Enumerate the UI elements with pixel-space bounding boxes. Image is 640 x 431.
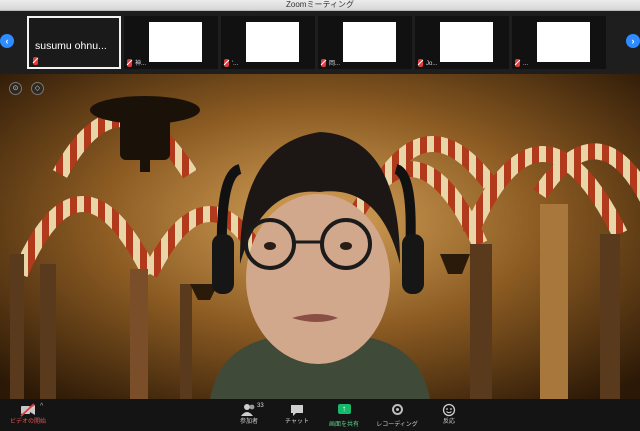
participants-icon: 33 bbox=[229, 401, 269, 418]
record-icon bbox=[372, 404, 422, 421]
mic-muted-icon bbox=[418, 59, 423, 67]
mic-muted-icon bbox=[127, 59, 132, 67]
video-off-placeholder bbox=[246, 22, 299, 62]
gallery-tile[interactable]: 神... bbox=[124, 16, 218, 69]
participant-name: ... bbox=[523, 61, 529, 67]
gallery-strip: ‹ susumu ohnu... 神... '... 岡... Jo... ..… bbox=[0, 11, 640, 74]
gallery-tile[interactable]: '... bbox=[221, 16, 315, 69]
participant-name: Jo... bbox=[426, 61, 438, 67]
mic-muted-icon bbox=[33, 57, 38, 65]
reactions-button[interactable]: 反応 bbox=[436, 401, 462, 426]
share-screen-button[interactable]: ↑ 画面を共有 bbox=[324, 401, 364, 429]
record-label: レコーディング bbox=[376, 422, 418, 428]
video-off-placeholder bbox=[537, 22, 590, 62]
mic-muted-icon bbox=[224, 59, 229, 67]
emoji-icon bbox=[436, 401, 462, 418]
gallery-tile[interactable]: ... bbox=[512, 16, 606, 69]
reactions-label: 反応 bbox=[442, 419, 455, 425]
share-screen-label: 画面を共有 bbox=[328, 422, 359, 428]
mic-muted-icon bbox=[321, 59, 326, 67]
shield-icon[interactable]: ◇ bbox=[31, 82, 44, 95]
participants-button[interactable]: 33 参加者 bbox=[229, 401, 269, 426]
chat-label: チャット bbox=[285, 419, 309, 425]
participant-name: 神... bbox=[135, 61, 147, 67]
start-video-label: ビデオの開始 bbox=[9, 419, 46, 425]
record-button[interactable]: レコーディング bbox=[372, 401, 422, 429]
speaker-view-icon[interactable]: ⊙ bbox=[9, 82, 22, 95]
chat-button[interactable]: チャット bbox=[280, 401, 314, 426]
virtual-background-image bbox=[0, 74, 640, 399]
video-off-icon bbox=[6, 401, 50, 418]
gallery-next-button[interactable]: › bbox=[626, 34, 640, 48]
participant-name: 岡... bbox=[329, 61, 341, 67]
participant-name: '... bbox=[232, 61, 239, 67]
main-video: ⊙ ◇ bbox=[0, 74, 640, 399]
gallery-tile[interactable]: 岡... bbox=[318, 16, 412, 69]
video-off-placeholder bbox=[440, 22, 493, 62]
title-bar: Zoomミーティング bbox=[0, 0, 640, 11]
meeting-toolbar: ビデオの開始 ^ 33 参加者 チャット ↑ 画面を共有 レコーディング 反応 bbox=[0, 399, 640, 431]
share-screen-icon: ↑ bbox=[324, 404, 364, 421]
window-title: Zoomミーティング bbox=[286, 0, 354, 9]
video-off-placeholder bbox=[149, 22, 202, 62]
gallery-prev-button[interactable]: ‹ bbox=[0, 34, 14, 48]
mic-muted-icon bbox=[515, 59, 520, 67]
video-off-placeholder bbox=[343, 22, 396, 62]
video-options-caret-icon[interactable]: ^ bbox=[40, 403, 43, 410]
gallery-tile-self[interactable]: susumu ohnu... bbox=[27, 16, 121, 69]
start-video-button[interactable]: ビデオの開始 bbox=[6, 401, 50, 426]
participants-count: 33 bbox=[257, 403, 264, 409]
chat-icon bbox=[280, 401, 314, 418]
participants-label: 参加者 bbox=[239, 419, 258, 425]
participant-name: susumu ohnu... bbox=[35, 40, 107, 52]
gallery-tile[interactable]: Jo... bbox=[415, 16, 509, 69]
